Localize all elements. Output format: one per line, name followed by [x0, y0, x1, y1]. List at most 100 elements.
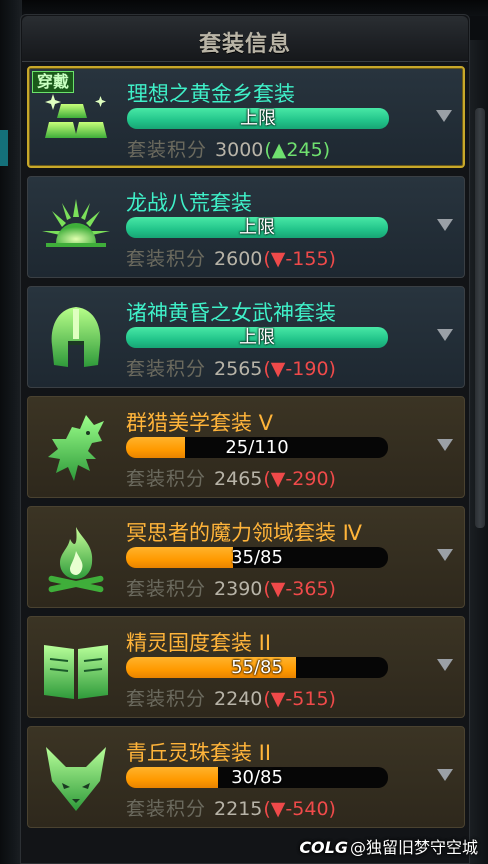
set-card[interactable]: 穿戴 理想之黄金乡套装 上限 套装积分 3000(▲245): [27, 66, 465, 168]
delta-open: (: [263, 468, 271, 490]
delta-value: -515: [285, 688, 329, 710]
set-score: 套装积分 3000(▲245): [127, 135, 330, 162]
score-label: 套装积分: [126, 688, 207, 710]
set-name: 诸神黄昏之女武神套装: [126, 301, 336, 325]
progress-text: 上限: [240, 108, 276, 129]
score-label: 套装积分: [126, 358, 207, 380]
score-delta: (▼-190): [263, 358, 336, 380]
watermark-text: @独留旧梦守空城: [349, 838, 478, 857]
delta-close: ): [322, 139, 331, 161]
expand-chevron-icon[interactable]: [435, 108, 453, 124]
set-name: 精灵国度套装 II: [126, 631, 272, 655]
set-score: 套装积分 2390(▼-365): [126, 574, 336, 601]
progress-text: 上限: [239, 327, 275, 348]
delta-arrow-icon: ▼: [270, 358, 286, 380]
score-delta: (▼-365): [263, 578, 336, 600]
set-name: 青丘灵珠套装 II: [126, 741, 272, 765]
delta-open: (: [263, 248, 271, 270]
scrollbar[interactable]: [475, 108, 485, 528]
progress-bar: 上限: [126, 217, 388, 238]
delta-arrow-icon: ▼: [270, 468, 286, 490]
set-card[interactable]: 诸神黄昏之女武神套装 上限 套装积分 2565(▼-190): [27, 286, 465, 388]
delta-open: (: [263, 358, 271, 380]
expand-chevron-icon[interactable]: [436, 657, 454, 673]
expand-chevron-icon[interactable]: [436, 767, 454, 783]
set-name: 冥思者的魔力领域套装 Ⅳ: [126, 521, 363, 545]
gold-bars-icon: [39, 82, 115, 158]
frame-accent: [0, 130, 8, 166]
expand-chevron-icon[interactable]: [436, 327, 454, 343]
delta-arrow-icon: ▼: [270, 248, 286, 270]
score-value: 2465: [214, 468, 263, 490]
delta-open: (: [263, 578, 271, 600]
delta-open: (: [263, 688, 271, 710]
delta-open: (: [263, 798, 271, 820]
set-card[interactable]: 群猎美学套装 V 25/110 套装积分 2465(▼-290): [27, 396, 465, 498]
delta-arrow-icon: ▼: [270, 688, 286, 710]
delta-arrow-icon: ▼: [270, 798, 286, 820]
delta-arrow-icon: ▼: [270, 578, 286, 600]
score-delta: (▼-155): [263, 248, 336, 270]
set-card[interactable]: 龙战八荒套装 上限 套装积分 2600(▼-155): [27, 176, 465, 278]
delta-value: -155: [285, 248, 329, 270]
set-name: 群猎美学套装 V: [126, 411, 274, 435]
delta-value: 245: [286, 139, 323, 161]
expand-chevron-icon[interactable]: [436, 547, 454, 563]
score-delta: (▼-540): [263, 798, 336, 820]
score-label: 套装积分: [126, 468, 207, 490]
set-name: 龙战八荒套装: [126, 191, 252, 215]
delta-arrow-icon: ▲: [271, 139, 287, 161]
delta-value: -365: [285, 578, 329, 600]
delta-value: -540: [285, 798, 329, 820]
delta-close: ): [328, 358, 336, 380]
delta-close: ): [328, 798, 336, 820]
fox-head-icon: [38, 741, 114, 817]
delta-close: ): [328, 248, 336, 270]
score-label: 套装积分: [126, 248, 207, 270]
left-frame: [0, 0, 22, 864]
panel-title: 套装信息: [198, 31, 291, 57]
progress-bar: 35/85: [126, 547, 388, 568]
progress-bar: 25/110: [126, 437, 388, 458]
set-card[interactable]: 冥思者的魔力领域套装 Ⅳ 35/85 套装积分 2390(▼-365): [27, 506, 465, 608]
set-name: 理想之黄金乡套装: [127, 82, 295, 106]
score-value: 2600: [214, 248, 263, 270]
progress-text: 55/85: [231, 657, 283, 678]
watermark: COLG @独留旧梦守空城: [299, 834, 478, 858]
campfire-icon: [38, 521, 114, 597]
set-score: 套装积分 2465(▼-290): [126, 464, 336, 491]
delta-value: -190: [285, 358, 329, 380]
expand-chevron-icon[interactable]: [436, 437, 454, 453]
spartan-helmet-icon: [38, 301, 114, 377]
delta-close: ): [328, 468, 336, 490]
set-score: 套装积分 2240(▼-515): [126, 684, 336, 711]
score-value: 2390: [214, 578, 263, 600]
delta-close: ): [328, 578, 336, 600]
progress-bar: 30/85: [126, 767, 388, 788]
progress-bar: 55/85: [126, 657, 388, 678]
delta-open: (: [264, 139, 272, 161]
score-label: 套装积分: [127, 139, 208, 161]
score-value: 2240: [214, 688, 263, 710]
panel-header: 套装信息: [22, 16, 468, 62]
open-book-icon: [38, 631, 114, 707]
expand-chevron-icon[interactable]: [436, 217, 454, 233]
set-card[interactable]: 精灵国度套装 II 55/85 套装积分 2240(▼-515): [27, 616, 465, 718]
rising-sun-icon: [38, 191, 114, 267]
watermark-logo: COLG: [299, 838, 348, 857]
score-label: 套装积分: [126, 578, 207, 600]
progress-text: 上限: [239, 217, 275, 238]
set-card[interactable]: 青丘灵珠套装 II 30/85 套装积分 2215(▼-540): [27, 726, 465, 828]
progress-text: 30/85: [231, 767, 283, 788]
score-delta: (▼-515): [263, 688, 336, 710]
score-delta: (▼-290): [263, 468, 336, 490]
delta-close: ): [328, 688, 336, 710]
score-value: 2565: [214, 358, 263, 380]
equipped-badge: 穿戴: [32, 71, 75, 93]
set-score: 套装积分 2600(▼-155): [126, 244, 336, 271]
progress-bar: 上限: [126, 327, 388, 348]
score-value: 2215: [214, 798, 263, 820]
score-label: 套装积分: [126, 798, 207, 820]
howling-wolf-icon: [38, 411, 114, 487]
set-score: 套装积分 2565(▼-190): [126, 354, 336, 381]
